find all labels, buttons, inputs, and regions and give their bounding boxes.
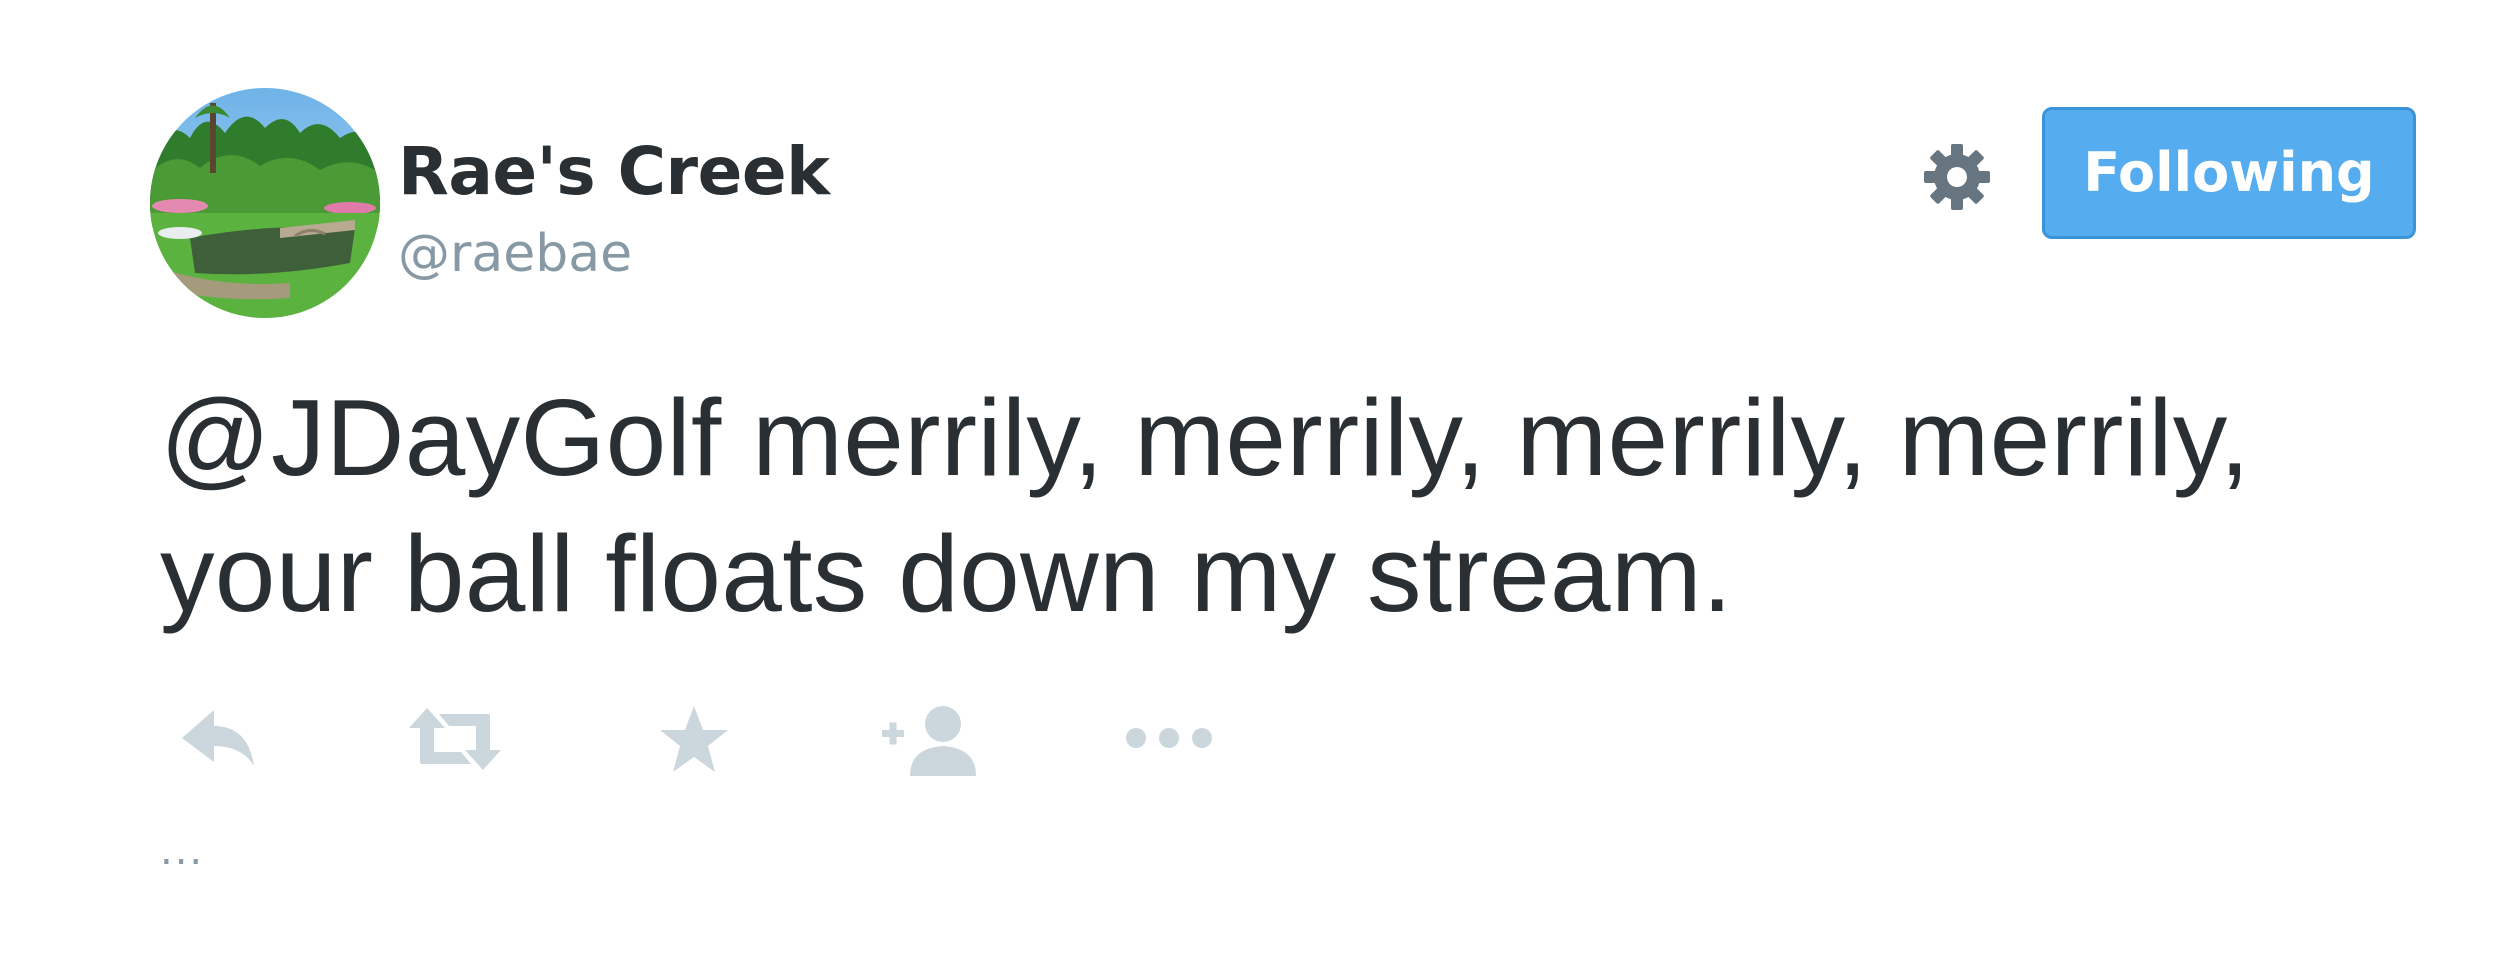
user-handle[interactable]: @raebae [398,222,632,286]
avatar[interactable] [150,88,380,318]
display-name[interactable]: Rae's Creek [398,132,830,212]
add-user-icon[interactable] [880,700,985,778]
golf-course-avatar-image [150,88,380,318]
more-dots-icon[interactable] [1124,700,1214,778]
reply-icon[interactable] [178,700,260,778]
tweet-card: Rae's Creek @raebae Following @JDayGolf … [0,0,2500,974]
gear-icon[interactable] [1922,142,1992,212]
star-icon[interactable] [658,700,730,778]
tweet-text: @JDayGolf merrily, merrily, merrily, mer… [160,377,2251,635]
following-button[interactable]: Following [2042,107,2416,239]
retweet-icon[interactable] [405,700,505,778]
truncation-ellipsis: ... [160,828,205,874]
